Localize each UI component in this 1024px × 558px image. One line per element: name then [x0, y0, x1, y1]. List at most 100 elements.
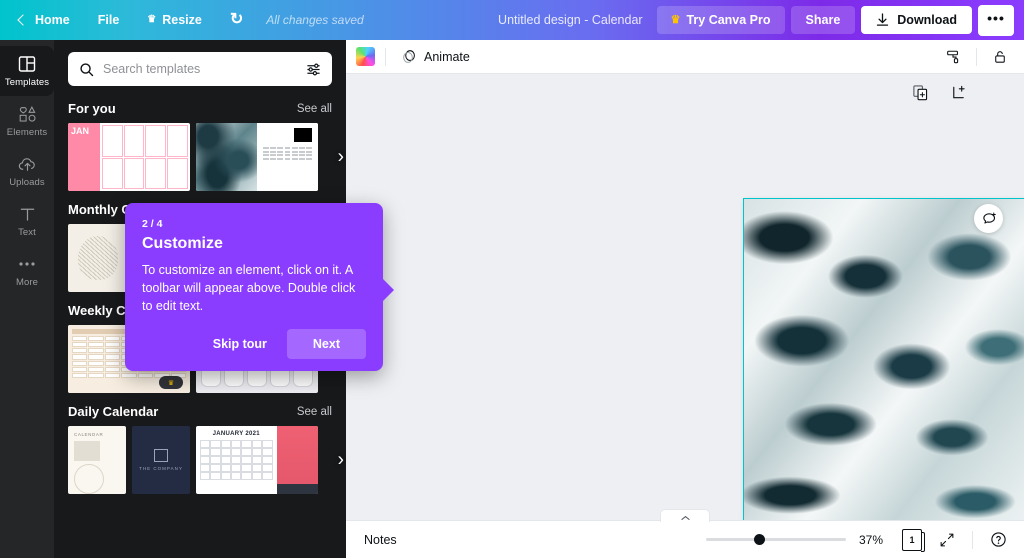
design-page[interactable]: JAN '21 SMTWTFS.....12345678910111213141… — [743, 198, 1024, 520]
toolbar-divider — [976, 47, 977, 66]
editor-toolbar-right — [941, 45, 1012, 69]
home-label: Home — [35, 13, 70, 27]
notes-button[interactable]: Notes — [360, 529, 401, 551]
share-button[interactable]: Share — [790, 6, 856, 34]
rail-item-text[interactable]: Text — [0, 196, 54, 246]
elements-icon — [18, 105, 37, 123]
uploads-icon — [18, 155, 37, 173]
crown-icon: ♛ — [670, 13, 681, 26]
undo-icon: ↺ — [229, 11, 244, 28]
left-icon-rail: Templates Elements Uploads Text More — [0, 40, 54, 558]
rail-item-uploads[interactable]: Uploads — [0, 146, 54, 196]
duplicate-page-icon[interactable] — [908, 80, 932, 104]
animate-icon — [403, 50, 415, 63]
bottom-bar: Notes 37% 1 — [346, 509, 1024, 558]
download-label: Download — [897, 13, 957, 27]
more-options-button[interactable]: ••• — [978, 4, 1014, 36]
skip-tour-button[interactable]: Skip tour — [199, 329, 281, 359]
thumbnail-art-january-2021: JANUARY 2021 — [196, 426, 318, 494]
thumbnail-art-the-company: THE COMPANY — [132, 426, 190, 494]
section-title-for-you: For you — [68, 101, 116, 116]
rail-label-uploads: Uploads — [9, 177, 45, 188]
animate-button[interactable]: Animate — [396, 45, 476, 68]
see-all-for-you[interactable]: See all — [297, 103, 332, 115]
template-thumbnail[interactable]: CALENDAR — [68, 426, 126, 494]
templates-icon — [18, 55, 36, 73]
lock-icon[interactable] — [988, 45, 1012, 69]
document-title[interactable]: Untitled design - Calendar — [498, 13, 643, 27]
download-icon — [877, 13, 889, 26]
rail-item-templates[interactable]: Templates — [0, 46, 54, 96]
tour-step-counter: 2 / 4 — [142, 218, 163, 230]
add-page-icon[interactable] — [946, 80, 970, 104]
ocean-photo-element[interactable] — [744, 199, 1024, 520]
tour-body-text: To customize an element, click on it. A … — [142, 263, 356, 314]
help-icon[interactable] — [986, 528, 1010, 552]
thumbnail-row-daily: CALENDAR THE COMPANY JANUARY 2021 › — [68, 426, 346, 494]
resize-label: Resize — [162, 13, 202, 27]
template-thumbnail[interactable]: JAN — [68, 123, 190, 191]
color-swatch[interactable] — [356, 47, 375, 66]
next-tour-button[interactable]: Next — [286, 329, 366, 360]
page-number-label: 1 — [909, 534, 915, 545]
section-for-you: For you See all JAN › — [54, 90, 346, 191]
comment-button[interactable] — [974, 204, 1003, 233]
editor-toolbar: Animate — [346, 40, 1024, 74]
editor-area: Animate Notes 37% 1 — [346, 40, 1024, 558]
zoom-slider[interactable] — [706, 533, 846, 547]
paint-roller-icon[interactable] — [941, 45, 965, 69]
page-count-button[interactable]: 1 — [902, 528, 925, 552]
rail-label-text: Text — [18, 227, 36, 238]
rail-item-elements[interactable]: Elements — [0, 96, 54, 146]
chevron-up-icon — [680, 515, 690, 520]
bottom-bar-right: 37% 1 — [706, 528, 1010, 552]
carousel-next-arrow[interactable]: › — [338, 148, 344, 167]
search-box[interactable] — [68, 52, 332, 86]
sliders-icon[interactable] — [306, 62, 321, 77]
carousel-next-arrow[interactable]: › — [338, 451, 344, 470]
canva-editor-app: Home File ♛ Resize ↺ All changes saved U… — [0, 0, 1024, 558]
save-status-label: All changes saved — [266, 13, 364, 27]
template-thumbnail[interactable] — [196, 123, 318, 191]
resize-button[interactable]: ♛ Resize — [134, 7, 215, 33]
pro-crown-badge: ♛ — [159, 376, 183, 389]
bottom-bar-divider — [972, 530, 973, 549]
rail-label-elements: Elements — [6, 127, 48, 138]
rail-label-more: More — [15, 277, 39, 288]
file-menu-button[interactable]: File — [85, 7, 133, 33]
zoom-slider-knob[interactable] — [753, 534, 765, 545]
file-label: File — [97, 13, 120, 27]
section-header: Daily Calendar See all — [68, 404, 346, 419]
rail-item-more[interactable]: More — [0, 246, 54, 296]
pro-label: Try Canva Pro — [686, 13, 771, 27]
thumbnail-art-pink-planner: JAN — [68, 123, 190, 191]
rail-label-templates: Templates — [4, 77, 50, 88]
home-button[interactable]: Home — [6, 7, 83, 33]
canvas-area: JAN '21 SMTWTFS.....12345678910111213141… — [346, 74, 1024, 520]
design-page-wrapper: JAN '21 SMTWTFS.....12345678910111213141… — [743, 198, 1024, 520]
undo-button[interactable]: ↺ — [217, 6, 256, 34]
tour-actions: Skip tour Next — [142, 329, 366, 360]
try-canva-pro-button[interactable]: ♛ Try Canva Pro — [656, 6, 785, 34]
section-header: For you See all — [68, 101, 346, 116]
template-thumbnail[interactable]: THE COMPANY — [132, 426, 190, 494]
text-icon — [19, 205, 36, 223]
section-title-daily: Daily Calendar — [68, 404, 159, 419]
thumbnail-art-daily-minimal: CALENDAR — [68, 426, 126, 494]
search-input[interactable] — [103, 62, 297, 76]
collapse-panel-toggle[interactable] — [660, 509, 710, 522]
crown-icon: ♛ — [147, 14, 157, 25]
thumbnail-row-for-you: JAN › — [68, 123, 346, 191]
template-thumbnail[interactable]: JANUARY 2021 — [196, 426, 318, 494]
chevron-left-icon — [17, 14, 29, 26]
see-all-daily[interactable]: See all — [297, 406, 332, 418]
top-bar-left-group: Home File ♛ Resize ↺ All changes saved — [6, 6, 364, 34]
search-area — [54, 40, 346, 90]
toolbar-divider — [385, 47, 386, 66]
top-bar: Home File ♛ Resize ↺ All changes saved U… — [0, 0, 1024, 40]
tour-title: Customize — [142, 235, 223, 252]
expand-icon[interactable] — [935, 528, 959, 552]
page-tools — [908, 80, 970, 104]
zoom-slider-track — [706, 538, 846, 541]
download-button[interactable]: Download — [861, 6, 972, 34]
